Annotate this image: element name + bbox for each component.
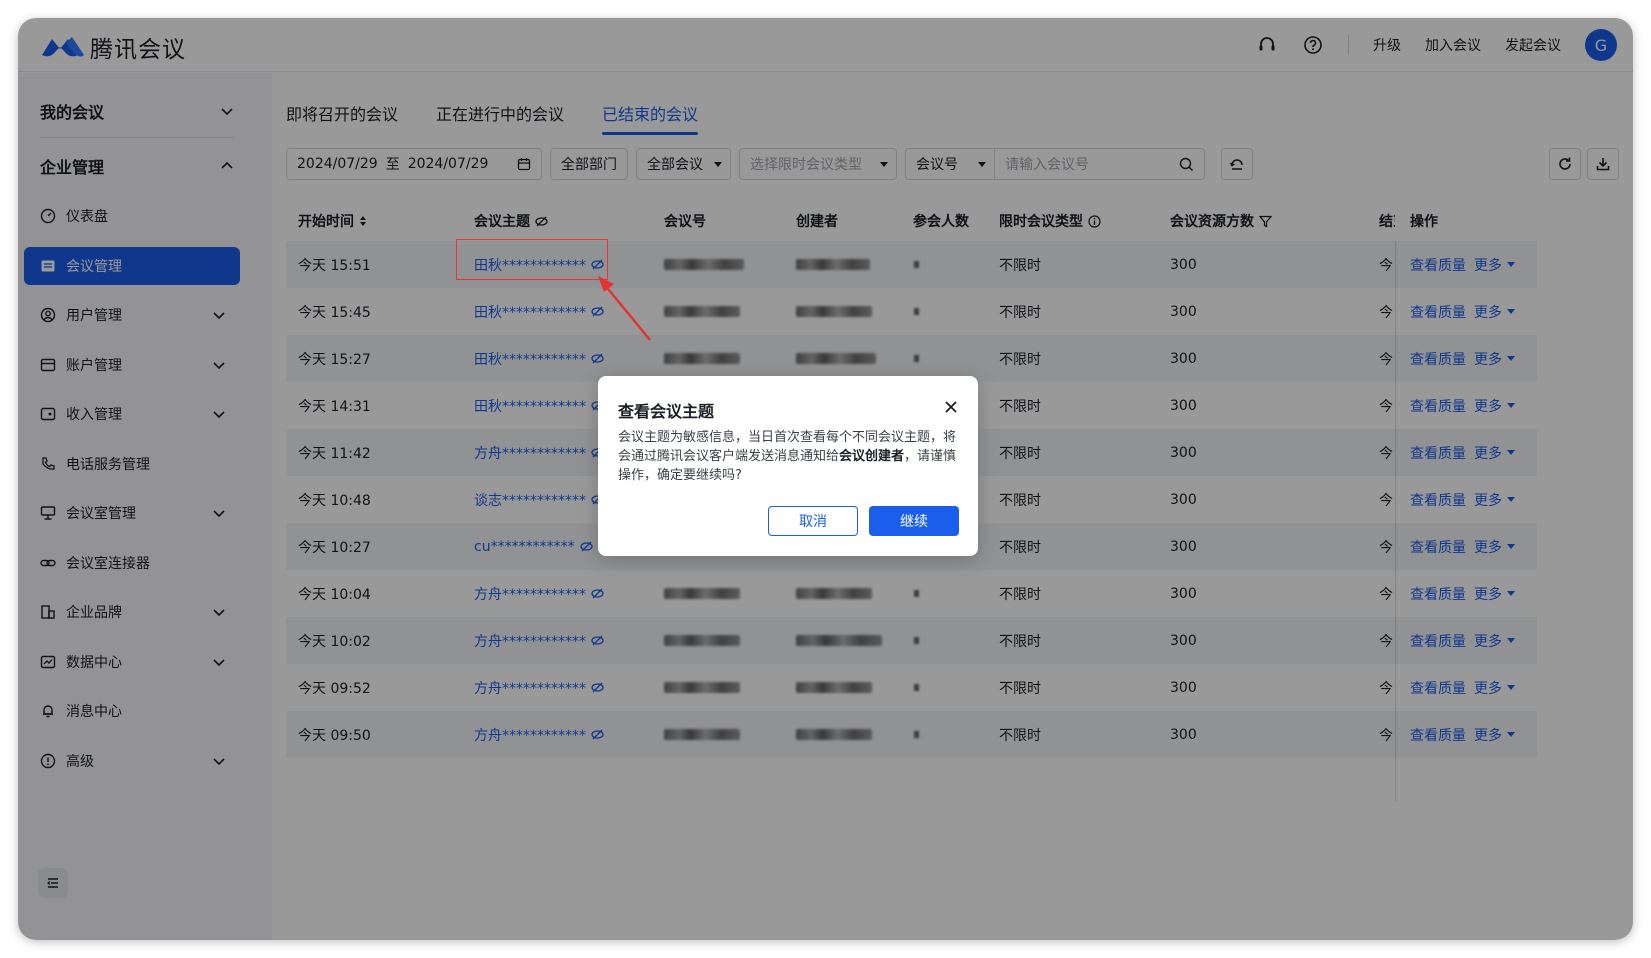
close-icon[interactable] xyxy=(944,400,958,414)
dialog-title: 查看会议主题 xyxy=(618,402,715,421)
cancel-button[interactable]: 取消 xyxy=(768,506,858,536)
app-window: 腾讯会议 升级 加入会议 发起会议 G 我的会议 企业管理 仪表盘 会议管理 用户管… xyxy=(18,18,1633,940)
dialog-message-emphasis: 会议创建者 xyxy=(839,449,905,464)
dialog-message: 会议主题为敏感信息，当日首次查看每个不同会议主题，将会通过腾讯会议客户端发送消息… xyxy=(618,428,958,485)
view-topic-dialog: 查看会议主题 会议主题为敏感信息，当日首次查看每个不同会议主题，将会通过腾讯会议… xyxy=(598,376,978,556)
continue-button[interactable]: 继续 xyxy=(869,506,959,536)
annotation-arrow-icon xyxy=(598,276,651,341)
annotation-highlight-box xyxy=(456,239,608,280)
